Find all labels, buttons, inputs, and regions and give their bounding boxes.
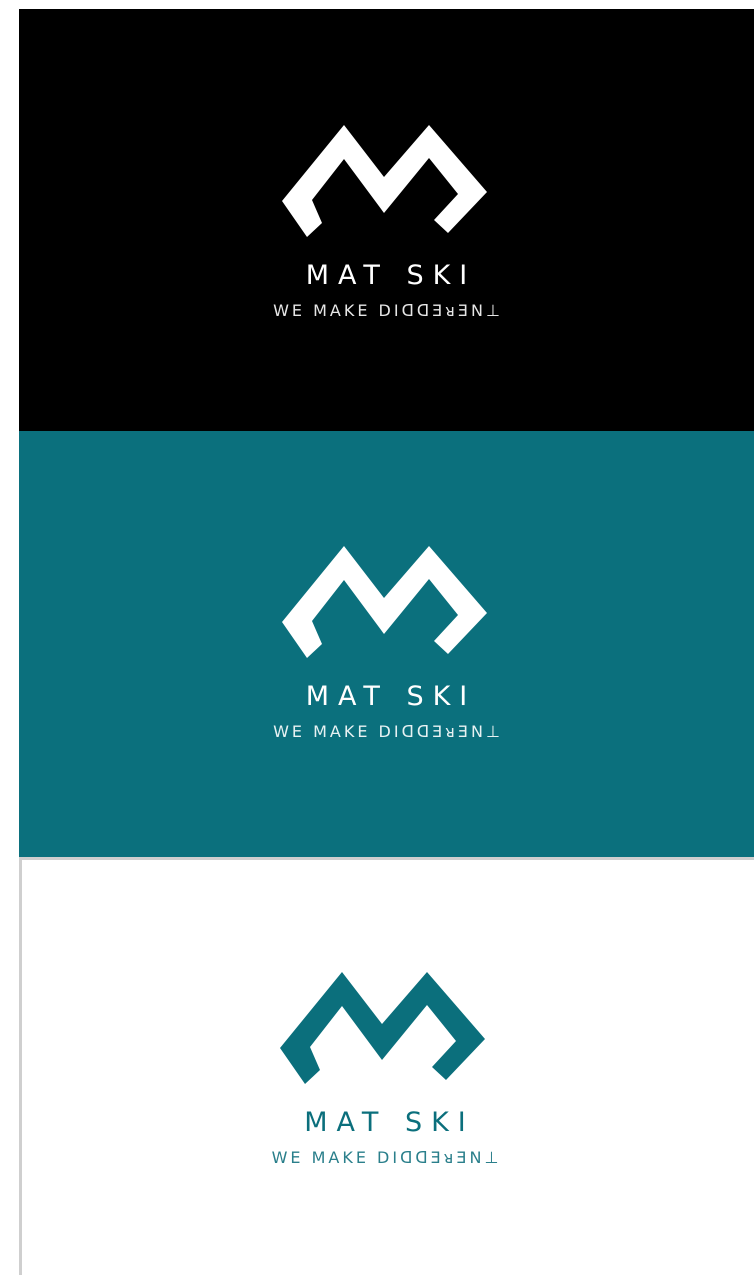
- wordmark: MAT SKI: [305, 260, 477, 291]
- logo-presentation-sheet: MAT SKI WE MAKE DIᗡᗡƎᴚƎN⊥ MAT SKI WE MAK…: [0, 0, 754, 1275]
- m-chevron-icon: [281, 546, 487, 658]
- m-chevron-icon: [281, 125, 487, 237]
- tagline: WE MAKE DIᗡᗡƎᴚƎN⊥: [273, 722, 503, 741]
- tagline: WE MAKE DIᗡᗡƎᴚƎN⊥: [273, 301, 503, 320]
- logo-lockup: MAT SKI WE MAKE DIᗡᗡƎᴚƎN⊥: [19, 972, 751, 1168]
- tagline: WE MAKE DIᗡᗡƎᴚƎN⊥: [271, 1148, 502, 1167]
- logo-lockup: MAT SKI WE MAKE DIᗡᗡƎᴚƎN⊥: [19, 546, 754, 742]
- wordmark: MAT SKI: [304, 1107, 475, 1138]
- logo-variant-white: MAT SKI WE MAKE DIᗡᗡƎᴚƎN⊥: [19, 857, 754, 1275]
- logo-variant-teal: MAT SKI WE MAKE DIᗡᗡƎᴚƎN⊥: [19, 431, 754, 857]
- wordmark: MAT SKI: [305, 681, 477, 712]
- logo-variant-black: MAT SKI WE MAKE DIᗡᗡƎᴚƎN⊥: [19, 9, 754, 431]
- logo-lockup: MAT SKI WE MAKE DIᗡᗡƎᴚƎN⊥: [19, 125, 754, 321]
- m-chevron-icon: [280, 972, 485, 1084]
